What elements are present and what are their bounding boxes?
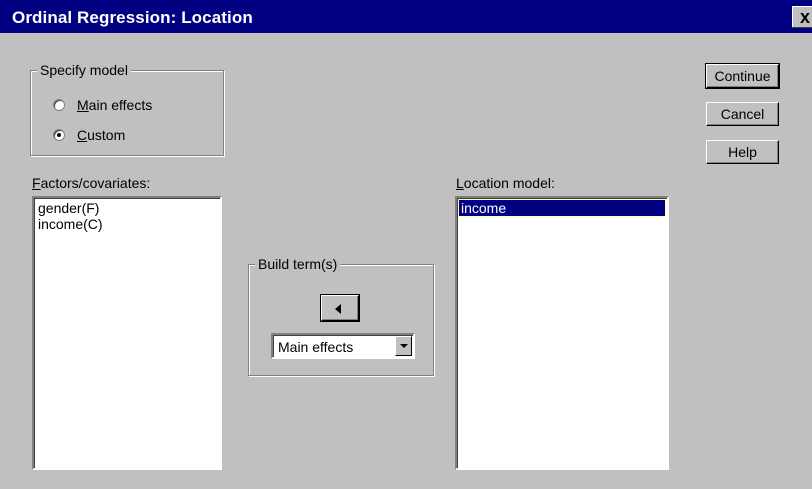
close-button[interactable]: x: [792, 6, 812, 28]
build-terms-legend: Build term(s): [255, 256, 341, 272]
specify-model-legend: Specify model: [37, 62, 131, 78]
list-item[interactable]: income: [458, 199, 666, 217]
radio-main-effects[interactable]: Main effects: [53, 97, 152, 113]
continue-button[interactable]: Continue: [705, 63, 780, 89]
chevron-down-icon[interactable]: [395, 336, 412, 356]
factors-covariates-label: Factors/covariates:: [32, 175, 151, 191]
list-item[interactable]: gender(F): [36, 200, 218, 216]
specify-model-group: Specify model Main effects Custom: [30, 62, 224, 156]
close-icon: x: [799, 7, 810, 27]
cancel-button[interactable]: Cancel: [706, 102, 779, 126]
list-item[interactable]: income(C): [36, 216, 218, 232]
move-term-button[interactable]: [321, 295, 359, 321]
window-title: Ordinal Regression: Location: [12, 8, 253, 27]
build-term-type-value: Main effects: [278, 339, 354, 355]
title-bar: Ordinal Regression: Location x: [0, 0, 812, 33]
arrow-left-icon: [335, 304, 341, 314]
radio-main-effects-label: Main effects: [77, 97, 153, 113]
location-model-list[interactable]: income: [455, 196, 669, 470]
help-button[interactable]: Help: [706, 140, 779, 164]
factors-covariates-list[interactable]: gender(F) income(C): [32, 196, 222, 470]
radio-custom-indicator[interactable]: [53, 129, 65, 141]
build-terms-group: Build term(s) Main effects: [248, 256, 434, 376]
radio-custom-label: Custom: [77, 127, 126, 143]
radio-custom[interactable]: Custom: [53, 127, 125, 143]
build-term-type-select[interactable]: Main effects: [271, 333, 415, 359]
radio-main-effects-indicator[interactable]: [53, 99, 65, 111]
location-model-label: Location model:: [456, 175, 555, 191]
